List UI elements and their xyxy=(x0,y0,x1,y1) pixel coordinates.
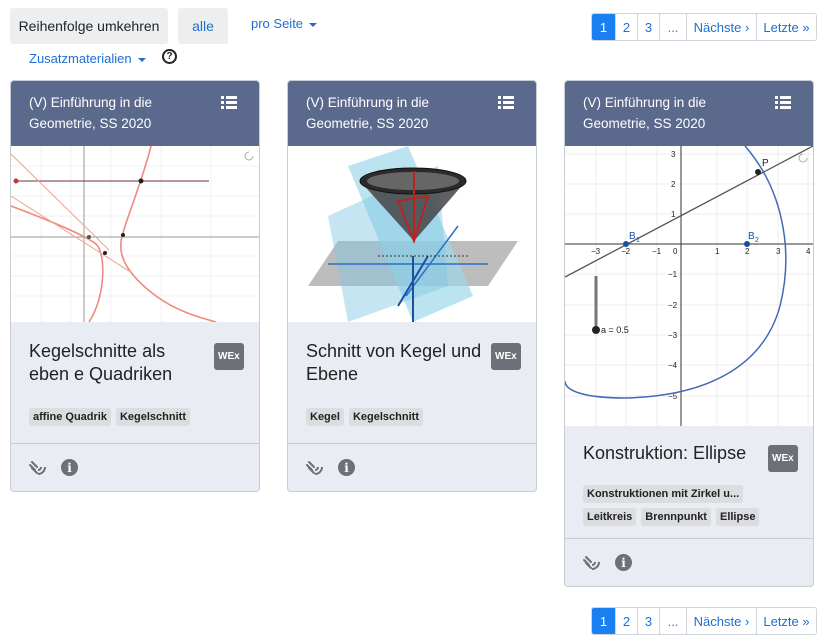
card-title[interactable]: Kegelschnitte als eben e Quadriken WEx xyxy=(29,340,244,386)
all-button[interactable]: alle xyxy=(178,8,228,44)
card-title-text: Schnitt von Kegel und Ebene xyxy=(306,341,482,384)
y-tick-labels: 3 2 1 −1 −2 −3 −4 −5 xyxy=(668,150,678,401)
pagination-bottom: 1 2 3 ... Nächste › Letzte » xyxy=(591,607,817,635)
card-course: (V) Einführung in die Geometrie, SS 2020 xyxy=(29,95,153,131)
card-thumbnail[interactable]: −3 −2 −1 0 1 2 3 4 3 2 1 −1 −2 −3 −4 −5 xyxy=(565,146,813,426)
tag[interactable]: affine Quadrik xyxy=(29,408,111,426)
per-page-label: pro Seite xyxy=(251,16,304,31)
tag[interactable]: Ellipse xyxy=(715,508,760,526)
tag[interactable]: Konstruktionen mit Zirkel u... xyxy=(583,485,744,503)
x-tick-label: −3 xyxy=(591,247,601,256)
next-page-link[interactable]: Nächste › xyxy=(686,608,756,634)
tag[interactable]: Kegelschnitt xyxy=(115,408,190,426)
card-body: Konstruktion: Ellipse WEx Konstruktionen… xyxy=(565,426,813,526)
point-B2-label: B xyxy=(748,231,755,242)
material-card[interactable]: (V) Einführung in die Geometrie, SS 2020… xyxy=(564,80,814,587)
card-footer: i xyxy=(11,443,259,491)
card-footer: i xyxy=(288,443,536,491)
tag[interactable]: Leitkreis xyxy=(583,508,637,526)
materials-label: Zusatzmaterialien xyxy=(29,51,132,66)
point-B1-label: B xyxy=(629,231,636,242)
point-P-label: P xyxy=(762,158,769,169)
card-header: (V) Einführung in die Geometrie, SS 2020 xyxy=(565,81,813,146)
card-title-text: Konstruktion: Ellipse xyxy=(583,443,747,463)
chevron-down-icon xyxy=(309,22,318,27)
point-B1-subscript: 1 xyxy=(636,237,640,244)
page-3-link[interactable]: 3 xyxy=(637,14,659,40)
last-page-link[interactable]: Letzte » xyxy=(756,14,816,40)
wex-badge: WEx xyxy=(768,445,798,472)
pagination-ellipsis: ... xyxy=(659,14,686,40)
y-tick-label: −3 xyxy=(668,331,678,340)
card-title[interactable]: Schnitt von Kegel und Ebene WEx xyxy=(306,340,521,386)
material-card[interactable]: (V) Einführung in die Geometrie, SS 2020 xyxy=(10,80,260,492)
tag-list: Konstruktionen mit Zirkel u... Leitkreis… xyxy=(583,485,763,526)
tag-list: affine Quadrik Kegelschnitt xyxy=(29,408,241,426)
point-B2-subscript: 2 xyxy=(755,237,759,244)
y-tick-label: 2 xyxy=(671,180,676,189)
materials-dropdown[interactable]: Zusatzmaterialien xyxy=(29,51,146,66)
page-1-link[interactable]: 1 xyxy=(592,14,615,40)
wex-badge: WEx xyxy=(214,343,244,370)
signal-icon[interactable] xyxy=(583,554,603,572)
page-1-link[interactable]: 1 xyxy=(592,608,615,634)
per-page-dropdown[interactable]: pro Seite xyxy=(251,16,318,31)
x-tick-labels: −3 −2 −1 0 1 2 3 4 xyxy=(591,247,811,256)
x-tick-label: 3 xyxy=(776,247,781,256)
wex-badge: WEx xyxy=(491,343,521,370)
card-footer: i xyxy=(565,538,813,586)
tag-list: Kegel Kegelschnitt xyxy=(306,408,518,426)
list-icon[interactable] xyxy=(775,96,791,109)
card-course: (V) Einführung in die Geometrie, SS 2020 xyxy=(306,95,430,131)
pagination-ellipsis: ... xyxy=(659,608,686,634)
card-thumbnail[interactable] xyxy=(288,146,536,322)
x-tick-label: 2 xyxy=(745,247,750,256)
reverse-order-button[interactable]: Reihenfolge umkehren xyxy=(10,8,168,44)
page-3-link[interactable]: 3 xyxy=(637,608,659,634)
y-tick-label: −1 xyxy=(668,270,678,279)
x-tick-label: −2 xyxy=(621,247,631,256)
help-icon[interactable]: ? xyxy=(162,49,177,64)
card-body: Kegelschnitte als eben e Quadriken WEx a… xyxy=(11,322,259,426)
list-icon[interactable] xyxy=(498,96,514,109)
page-2-link[interactable]: 2 xyxy=(615,608,637,634)
pagination-top: 1 2 3 ... Nächste › Letzte » xyxy=(591,13,817,41)
y-tick-label: −2 xyxy=(668,301,678,310)
card-thumbnail[interactable] xyxy=(11,146,259,322)
info-icon[interactable]: i xyxy=(338,459,355,476)
next-page-link[interactable]: Nächste › xyxy=(686,14,756,40)
tag[interactable]: Kegel xyxy=(306,408,344,426)
y-tick-label: −4 xyxy=(668,361,678,370)
signal-icon[interactable] xyxy=(306,459,326,477)
tag[interactable]: Kegelschnitt xyxy=(348,408,423,426)
card-course: (V) Einführung in die Geometrie, SS 2020 xyxy=(583,95,707,131)
tag[interactable]: Brennpunkt xyxy=(641,508,711,526)
card-title[interactable]: Konstruktion: Ellipse WEx xyxy=(583,442,798,472)
card-title-text: Kegelschnitte als eben e Quadriken xyxy=(29,341,173,384)
chevron-down-icon xyxy=(137,57,146,62)
last-page-link[interactable]: Letzte » xyxy=(756,608,816,634)
y-tick-label: 1 xyxy=(671,210,676,219)
card-header: (V) Einführung in die Geometrie, SS 2020 xyxy=(288,81,536,146)
card-header: (V) Einführung in die Geometrie, SS 2020 xyxy=(11,81,259,146)
info-icon[interactable]: i xyxy=(615,554,632,571)
x-tick-label: 0 xyxy=(673,247,678,256)
x-tick-label: 1 xyxy=(715,247,720,256)
y-tick-label: 3 xyxy=(671,150,676,159)
x-tick-label: 4 xyxy=(806,247,811,256)
slider-label: a = 0.5 xyxy=(601,325,629,335)
info-icon[interactable]: i xyxy=(61,459,78,476)
signal-icon[interactable] xyxy=(29,459,49,477)
x-tick-label: −1 xyxy=(652,247,662,256)
list-icon[interactable] xyxy=(221,96,237,109)
page-2-link[interactable]: 2 xyxy=(615,14,637,40)
card-body: Schnitt von Kegel und Ebene WEx Kegel Ke… xyxy=(288,322,536,426)
material-card[interactable]: (V) Einführung in die Geometrie, SS 2020… xyxy=(287,80,537,492)
